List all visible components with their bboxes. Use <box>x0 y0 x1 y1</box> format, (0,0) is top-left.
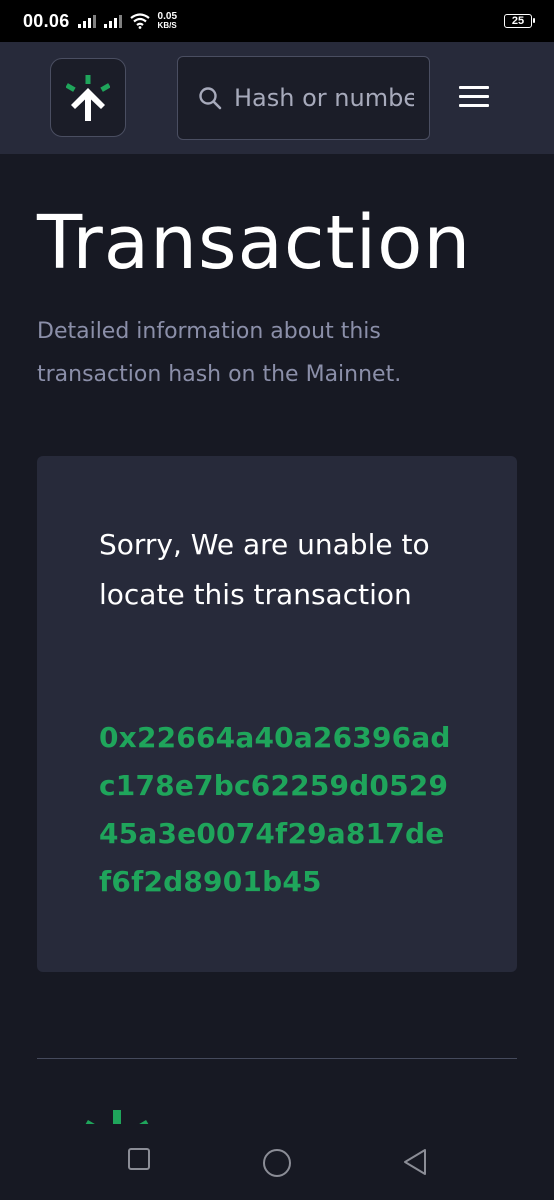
status-left: 00.06 0.05 KB/S <box>23 11 177 32</box>
square-icon[interactable] <box>127 1147 151 1171</box>
transaction-hash: 0x22664a40a26396adc178e7bc62259d052945a3… <box>99 721 451 898</box>
signal-icon <box>77 14 96 28</box>
battery-level: 25 <box>511 15 525 27</box>
hamburger-menu-icon[interactable] <box>459 86 489 110</box>
net-speed-unit: KB/S <box>157 21 177 30</box>
page-title: Transaction <box>37 200 472 286</box>
search-box[interactable] <box>177 56 430 140</box>
footer-divider <box>37 1058 517 1059</box>
wifi-icon <box>129 13 150 29</box>
site-header <box>0 42 554 154</box>
net-speed-value: 0.05 <box>157 11 178 22</box>
circle-icon[interactable] <box>262 1148 292 1178</box>
not-found-message: Sorry, We are unable to locate this tran… <box>99 528 430 611</box>
battery-icon: 25 <box>504 14 535 28</box>
status-bar: 00.06 0.05 KB/S 25 <box>0 0 554 42</box>
not-found-card: Sorry, We are unable to locate this tran… <box>37 456 517 972</box>
page-description: Detailed information about this transact… <box>37 319 402 387</box>
system-nav-bar <box>0 1124 554 1200</box>
linea-logo-icon <box>66 74 110 121</box>
search-icon <box>199 87 222 110</box>
footer-logo-icon[interactable] <box>82 1106 152 1126</box>
clock: 00.06 <box>23 10 70 31</box>
triangle-back-icon[interactable] <box>402 1148 428 1176</box>
search-input[interactable] <box>234 84 414 112</box>
signal-icon-2 <box>103 14 122 28</box>
home-logo-button[interactable] <box>50 58 126 137</box>
net-speed: 0.05 KB/S <box>157 11 178 31</box>
